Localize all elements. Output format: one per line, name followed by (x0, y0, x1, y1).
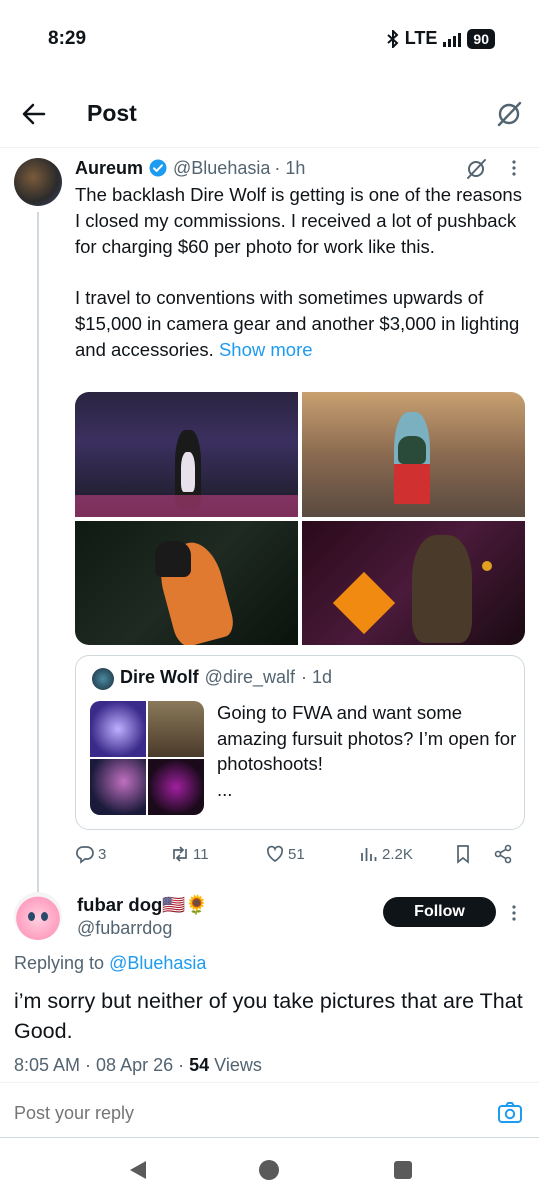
quoted-photo-2 (148, 701, 204, 757)
quoted-post-header: Dire Wolf @dire_walf · 1d (120, 667, 332, 688)
replying-to: Replying to @Bluehasia (14, 953, 206, 974)
post-photo-2[interactable] (302, 392, 525, 517)
quoted-author-handle: @dire_walf (204, 667, 295, 687)
grok-icon[interactable] (465, 158, 487, 180)
author-name[interactable]: Aureum (75, 158, 143, 179)
avatar[interactable] (14, 892, 62, 940)
grok-icon[interactable] (495, 100, 523, 128)
quoted-photo-1 (90, 701, 146, 757)
views-count: 2.2K (382, 845, 413, 863)
reply-time: 8:05 AM (14, 1055, 81, 1075)
author-handle[interactable]: @Bluehasia (173, 158, 270, 179)
nav-recents-icon[interactable] (394, 1161, 412, 1179)
post-time: · 1h (274, 157, 306, 178)
post-text-paragraph-1: The backlash Dire Wolf is getting is one… (75, 184, 522, 257)
like-button[interactable]: 51 (265, 844, 305, 864)
post-photo-1[interactable] (75, 392, 298, 517)
nav-back-icon[interactable] (128, 1160, 148, 1180)
quoted-author-name: Dire Wolf (120, 667, 199, 687)
quoted-post-ellipsis: ... (217, 778, 233, 800)
show-more-link[interactable]: Show more (219, 339, 313, 360)
follow-button[interactable]: Follow (383, 897, 496, 927)
analytics-icon (361, 848, 377, 861)
arrow-left-icon[interactable] (18, 98, 50, 130)
reply-composer (0, 1082, 539, 1138)
avatar[interactable] (92, 668, 114, 690)
reply-views-count: 54 (189, 1055, 210, 1075)
main-post: Aureum @Bluehasia · 1h The backlash Dire… (0, 150, 539, 912)
bluetooth-icon (387, 29, 399, 48)
post-actions: 3 11 51 2.2K (75, 844, 525, 868)
more-options-icon[interactable] (511, 903, 517, 923)
like-count: 51 (288, 845, 305, 863)
reply-date: 08 Apr 26 (96, 1055, 174, 1075)
post-text-paragraph-2: I travel to conventions with sometimes u… (75, 285, 525, 362)
views-button[interactable]: 2.2K (359, 844, 413, 864)
repost-count: 11 (193, 845, 209, 863)
heart-icon (266, 845, 284, 863)
page-title: Post (87, 100, 137, 126)
quoted-photo-4 (148, 759, 204, 815)
nav-home-icon[interactable] (259, 1160, 279, 1180)
reply-button[interactable]: 3 (75, 844, 106, 864)
system-nav-bar (0, 1140, 539, 1200)
reply-icon (76, 846, 94, 864)
quoted-post-time: · 1d (300, 667, 333, 687)
quoted-post[interactable]: Dire Wolf @dire_walf · 1d Going to FWA a… (75, 655, 525, 830)
more-options-icon[interactable] (511, 158, 517, 178)
post-header: Aureum @Bluehasia · 1h (75, 156, 519, 180)
reply-meta: 8:05 AM · 08 Apr 26 · 54 Views (14, 1055, 262, 1075)
reply-author-handle[interactable]: @fubarrdog (77, 918, 172, 939)
repost-button[interactable]: 11 (170, 844, 209, 864)
share-icon[interactable] (493, 844, 513, 864)
bookmark-icon[interactable] (453, 844, 473, 864)
quoted-post-text: Going to FWA and want some amazing fursu… (217, 700, 517, 802)
status-bar: 8:29 LTE 90 (0, 0, 539, 80)
page-header: Post (0, 80, 539, 148)
reply-count: 3 (98, 845, 107, 863)
reply-post: fubar dog🇺🇸🌻 @fubarrdog Follow Replying … (0, 880, 539, 1080)
reply-views-label: Views (214, 1055, 262, 1075)
network-type: LTE (404, 28, 438, 48)
status-indicators: LTE 90 (387, 28, 495, 49)
quoted-photo-3 (90, 759, 146, 815)
quoted-media (90, 701, 204, 815)
replying-to-prefix: Replying to (14, 953, 110, 973)
post-photo-4[interactable] (302, 520, 525, 645)
media-grid (75, 392, 525, 645)
reply-author-name[interactable]: fubar dog🇺🇸🌻 (77, 894, 208, 916)
repost-icon (173, 846, 187, 862)
verified-badge-icon (149, 159, 167, 177)
avatar[interactable] (14, 158, 62, 206)
reply-text: i’m sorry but neither of you take pictur… (14, 989, 523, 1043)
quoted-post-body: Going to FWA and want some amazing fursu… (217, 702, 517, 774)
camera-icon[interactable] (497, 1101, 523, 1125)
battery-indicator: 90 (467, 28, 495, 49)
thread-line (37, 212, 39, 912)
post-text: The backlash Dire Wolf is getting is one… (75, 182, 525, 388)
post-photo-3[interactable] (75, 520, 298, 645)
replying-to-handle[interactable]: @Bluehasia (109, 953, 206, 973)
status-time: 8:29 (48, 28, 87, 49)
signal-icon (443, 31, 462, 47)
reply-input[interactable] (14, 1103, 414, 1124)
